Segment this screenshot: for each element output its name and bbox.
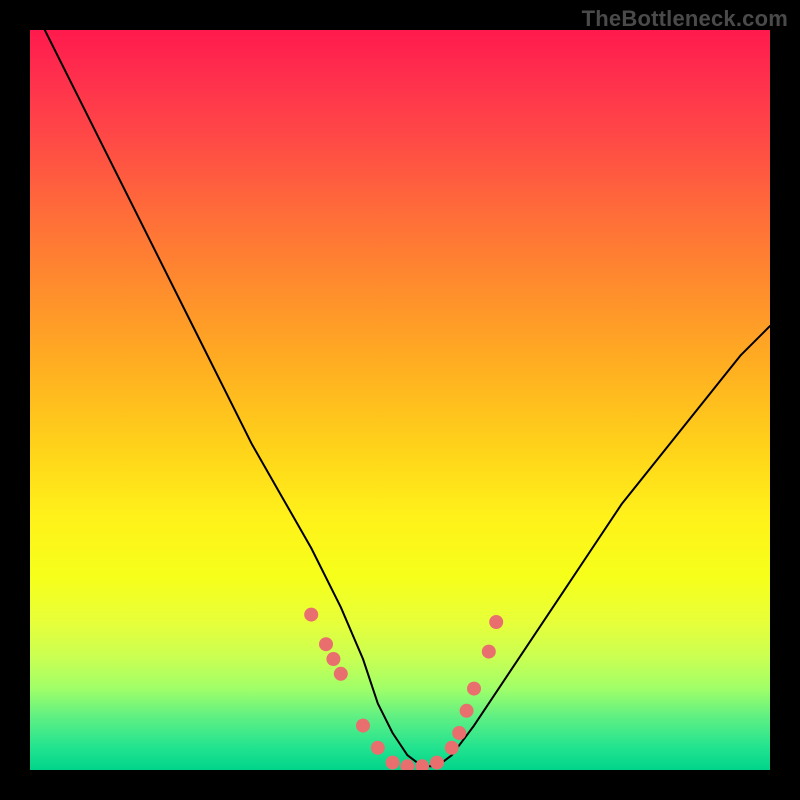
- plot-area: [30, 30, 770, 770]
- measurement-dot: [445, 741, 459, 755]
- measurement-dot: [467, 682, 481, 696]
- bottleneck-curve: [45, 30, 770, 766]
- watermark-text: TheBottleneck.com: [582, 6, 788, 32]
- measurement-dot: [415, 759, 429, 770]
- measurement-dot: [482, 645, 496, 659]
- measurement-dot: [356, 719, 370, 733]
- measurement-dot: [452, 726, 466, 740]
- measurement-dot: [371, 741, 385, 755]
- measurement-dots-group: [304, 608, 503, 770]
- chart-frame: TheBottleneck.com: [0, 0, 800, 800]
- measurement-dot: [489, 615, 503, 629]
- measurement-dot: [326, 652, 340, 666]
- measurement-dot: [400, 759, 414, 770]
- measurement-dot: [334, 667, 348, 681]
- chart-svg: [30, 30, 770, 770]
- measurement-dot: [460, 704, 474, 718]
- measurement-dot: [430, 756, 444, 770]
- measurement-dot: [386, 756, 400, 770]
- measurement-dot: [304, 608, 318, 622]
- measurement-dot: [319, 637, 333, 651]
